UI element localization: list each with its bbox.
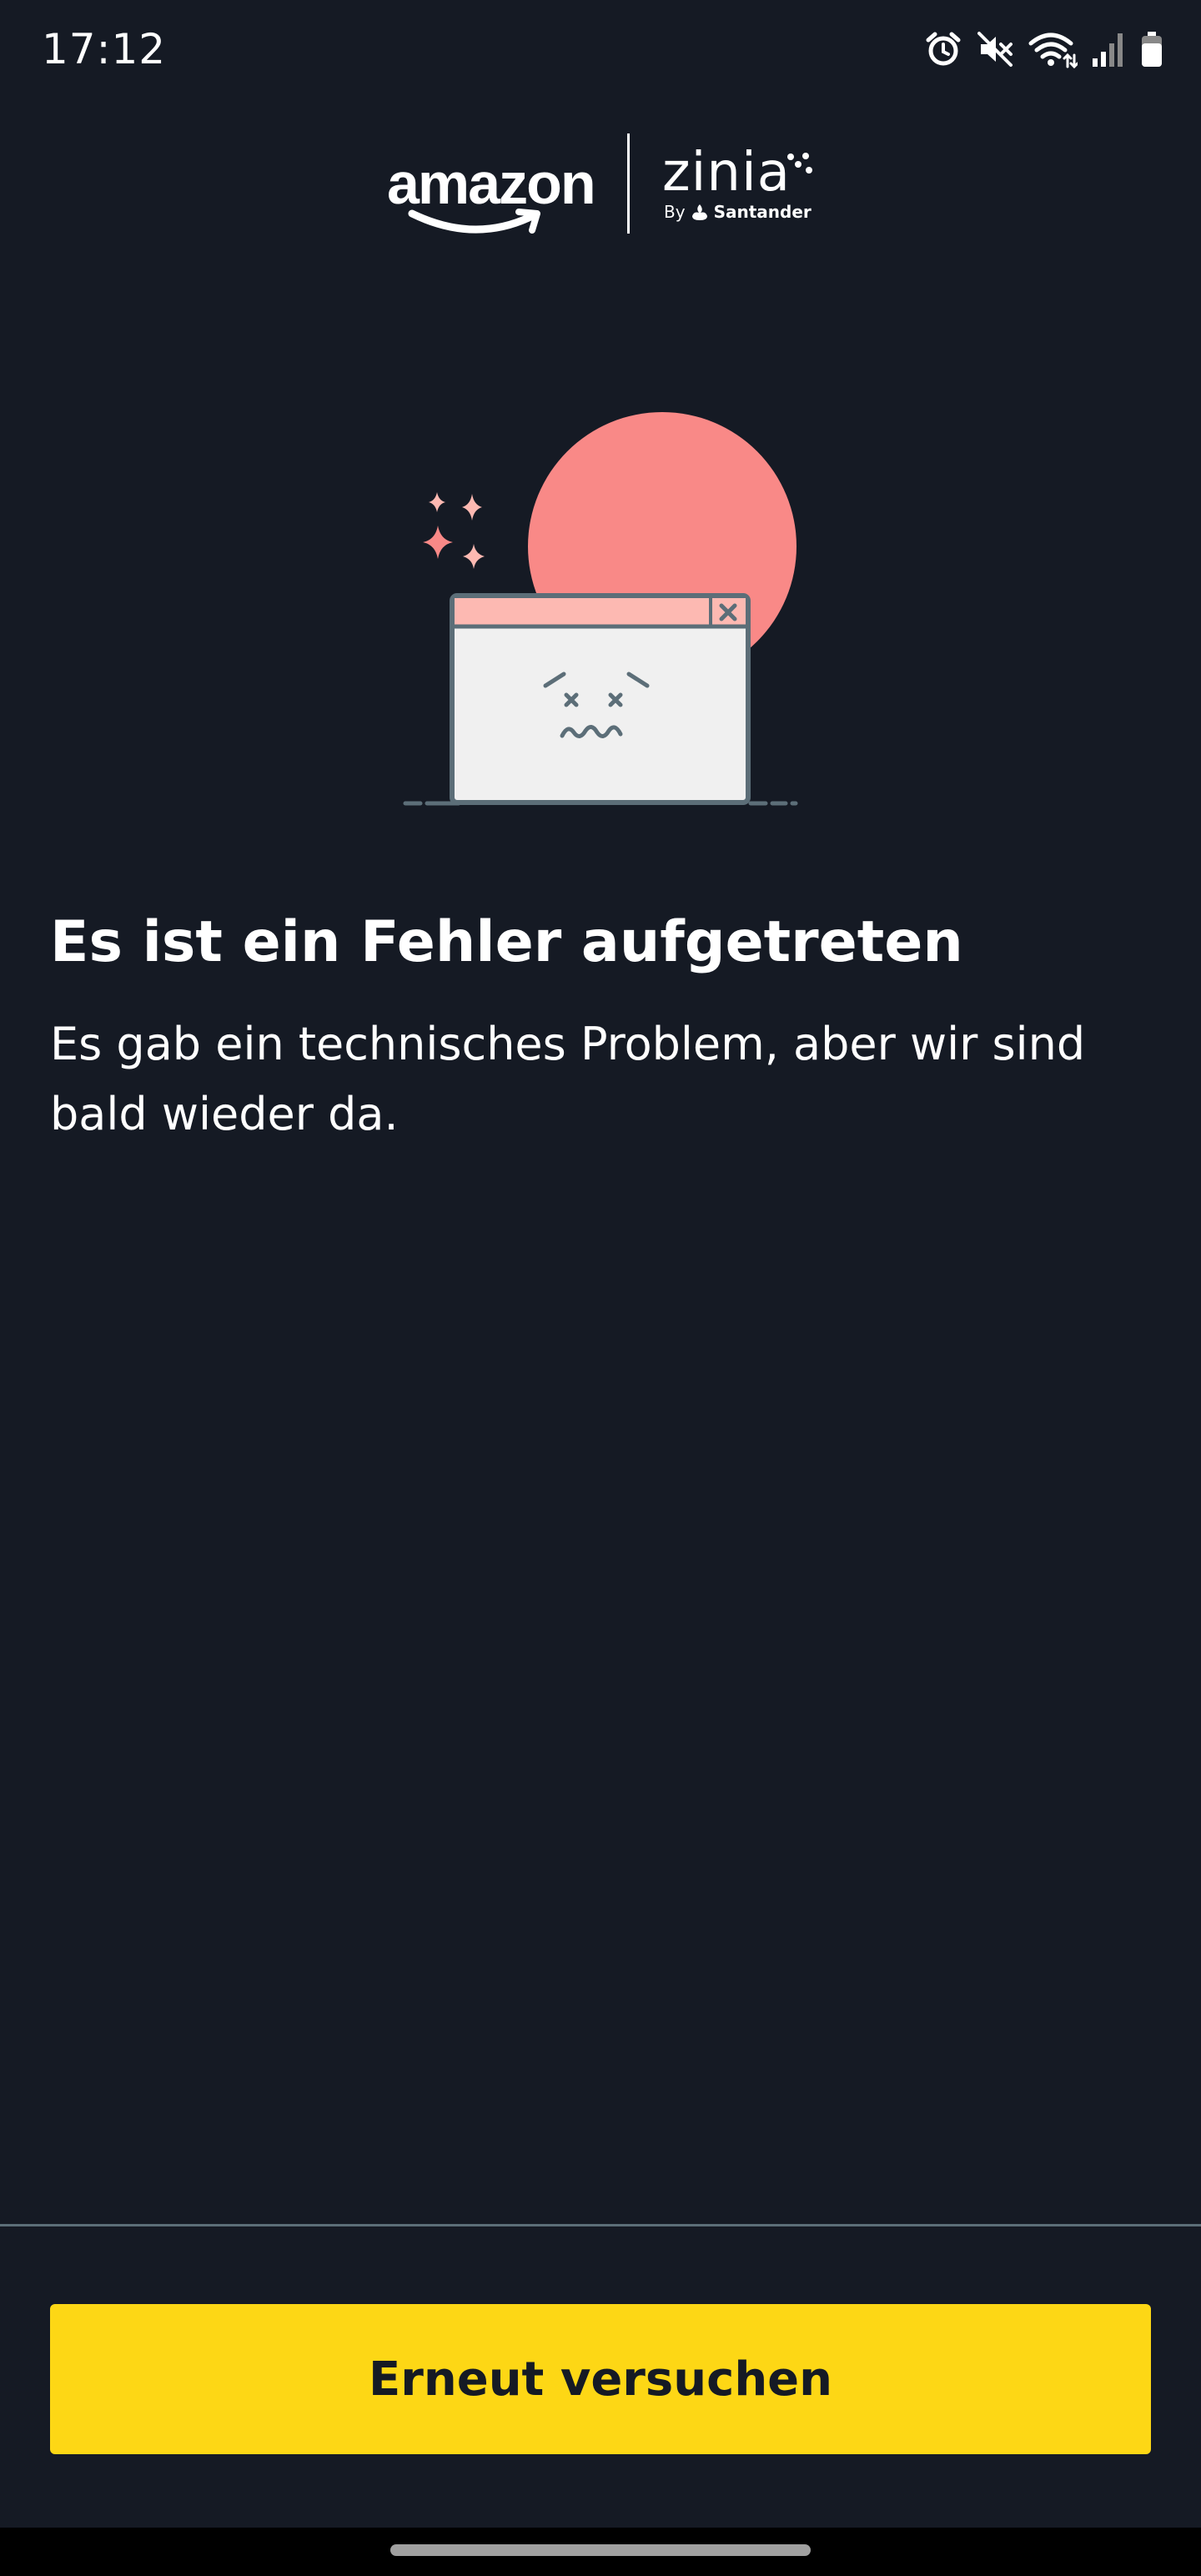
navigation-bar	[0, 2528, 1201, 2576]
mute-icon	[976, 30, 1014, 72]
sparkle-icon	[429, 492, 445, 512]
zinia-dots-icon	[787, 153, 812, 174]
byline-partner: Santander	[713, 202, 812, 222]
status-icons	[924, 30, 1164, 72]
home-indicator[interactable]	[390, 2544, 811, 2556]
byline-by: By	[664, 202, 686, 222]
santander-flame-icon	[691, 204, 707, 220]
retry-button[interactable]: Erneut versuchen	[50, 2304, 1151, 2454]
brand-byline: By Santander	[664, 202, 812, 222]
error-description: Es gab ein technisches Problem, aber wir…	[50, 1018, 1086, 1140]
amazon-smile-icon	[408, 209, 540, 234]
status-time: 17:12	[42, 25, 167, 73]
battery-icon	[1139, 30, 1164, 72]
error-illustration	[400, 400, 801, 818]
sparkle-icon	[462, 494, 482, 521]
zinia-logo: zinia	[662, 142, 791, 204]
window-titlebar	[455, 598, 746, 626]
footer-divider	[0, 2224, 1201, 2226]
signal-icon	[1091, 30, 1126, 72]
sparkle-icon	[423, 526, 453, 559]
status-bar: 17:12	[0, 0, 1201, 108]
wifi-icon	[1028, 30, 1079, 72]
brand-header: amazon zinia By Santander	[0, 125, 1201, 242]
alarm-icon	[924, 30, 962, 72]
logo-divider	[627, 133, 630, 234]
error-title: Es ist ein Fehler aufgetreten	[50, 909, 963, 975]
sparkle-icon	[463, 544, 485, 569]
